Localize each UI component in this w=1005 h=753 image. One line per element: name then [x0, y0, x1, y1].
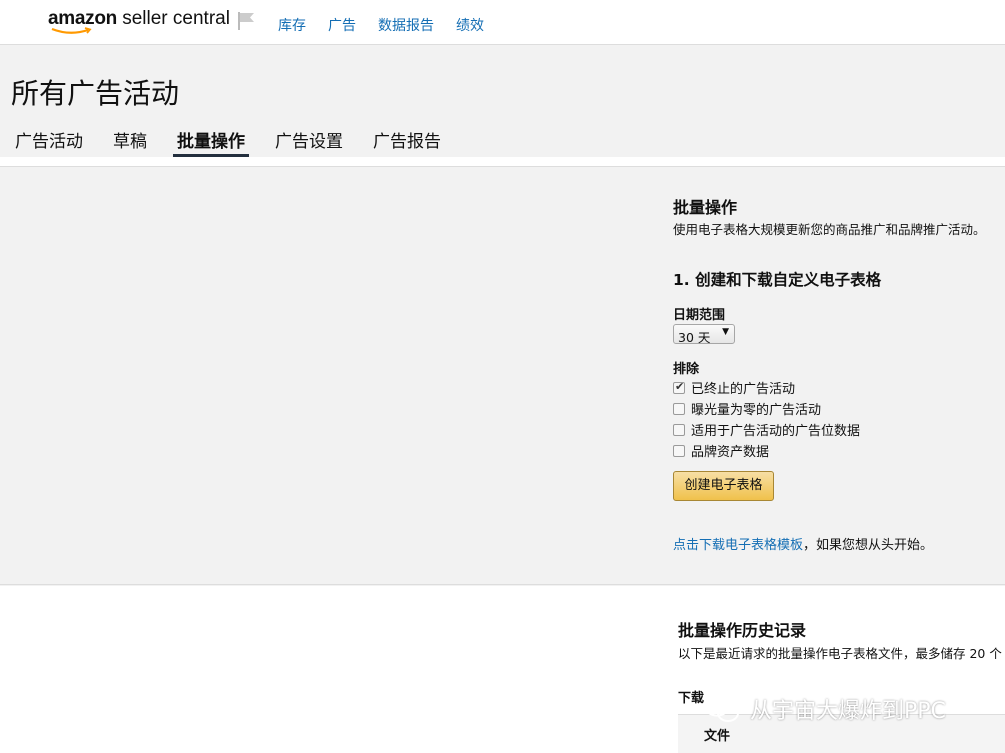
- bulk-operations-section: 批量操作 使用电子表格大规模更新您的商品推广和品牌推广活动。 1. 创建和下载自…: [0, 168, 1005, 585]
- amazon-smile-icon: [51, 27, 92, 34]
- checkbox-checked[interactable]: [673, 380, 685, 394]
- date-range-select[interactable]: 30 天 ▼: [673, 324, 735, 345]
- nav-item-performance[interactable]: 绩效: [456, 15, 484, 35]
- step1-title: 1. 创建和下载自定义电子表格: [673, 271, 882, 289]
- download-label: 下载: [678, 691, 705, 706]
- nav-item-reports[interactable]: 数据报告: [378, 15, 434, 35]
- top-nav-menu: 库存 广告 数据报告 绩效: [278, 15, 484, 35]
- watermark: 从宇宙大爆炸到PPC: [702, 693, 946, 725]
- wechat-icon: [704, 695, 739, 722]
- bulk-operations-title: 批量操作: [673, 198, 738, 217]
- create-spreadsheet-button[interactable]: 创建电子表格: [673, 471, 774, 501]
- tab-campaigns[interactable]: 广告活动: [15, 127, 83, 152]
- tab-ad-settings[interactable]: 广告设置: [275, 127, 343, 152]
- checkbox[interactable]: [673, 402, 685, 415]
- page-title: 所有广告活动: [11, 77, 180, 110]
- bulk-history-title: 批量操作历史记录: [678, 621, 807, 640]
- column-header-file[interactable]: 文件: [704, 725, 730, 744]
- checkbox[interactable]: [673, 423, 685, 436]
- checkbox[interactable]: [673, 444, 685, 457]
- exclude-option-brand-assets[interactable]: 品牌资产数据: [673, 441, 769, 460]
- bulk-operations-description: 使用电子表格大规模更新您的商品推广和品牌推广活动。: [673, 222, 986, 237]
- bulk-history-description: 以下是最近请求的批量操作电子表格文件，最多储存 20 个: [678, 646, 1002, 661]
- tab-drafts[interactable]: 草稿: [113, 127, 147, 152]
- watermark-text: 从宇宙大爆炸到PPC: [750, 699, 946, 724]
- exclude-label: 排除: [673, 362, 700, 377]
- template-download-text: 点击下载电子表格模板，如果您想从头开始。: [673, 538, 934, 553]
- tab-divider: [0, 157, 1005, 167]
- amazon-seller-central-logo[interactable]: amazon seller central: [48, 8, 230, 34]
- nav-item-advertising[interactable]: 广告: [328, 15, 356, 35]
- tab-ad-reports[interactable]: 广告报告: [373, 127, 441, 152]
- exclude-option-zero-impressions[interactable]: 曝光量为零的广告活动: [673, 399, 821, 418]
- download-template-link[interactable]: 点击下载电子表格模板: [673, 538, 803, 553]
- flag-icon[interactable]: [236, 11, 256, 31]
- bulk-history-section: 批量操作历史记录 以下是最近请求的批量操作电子表格文件，最多储存 20 个 下载…: [0, 586, 1005, 753]
- nav-item-inventory[interactable]: 库存: [278, 15, 306, 35]
- tab-bulk-operations[interactable]: 批量操作: [177, 127, 245, 152]
- dropdown-caret-icon: ▼: [722, 327, 729, 337]
- date-range-label: 日期范围: [673, 308, 726, 323]
- exclude-option-placement-data[interactable]: 适用于广告活动的广告位数据: [673, 420, 860, 439]
- exclude-option-ended-campaigns[interactable]: 已终止的广告活动: [673, 378, 795, 397]
- campaign-tabs: 广告活动 草稿 批量操作 广告设置 广告报告: [0, 118, 1005, 158]
- top-navigation-bar: amazon seller central 库存 广告 数据报告 绩效: [0, 0, 1005, 45]
